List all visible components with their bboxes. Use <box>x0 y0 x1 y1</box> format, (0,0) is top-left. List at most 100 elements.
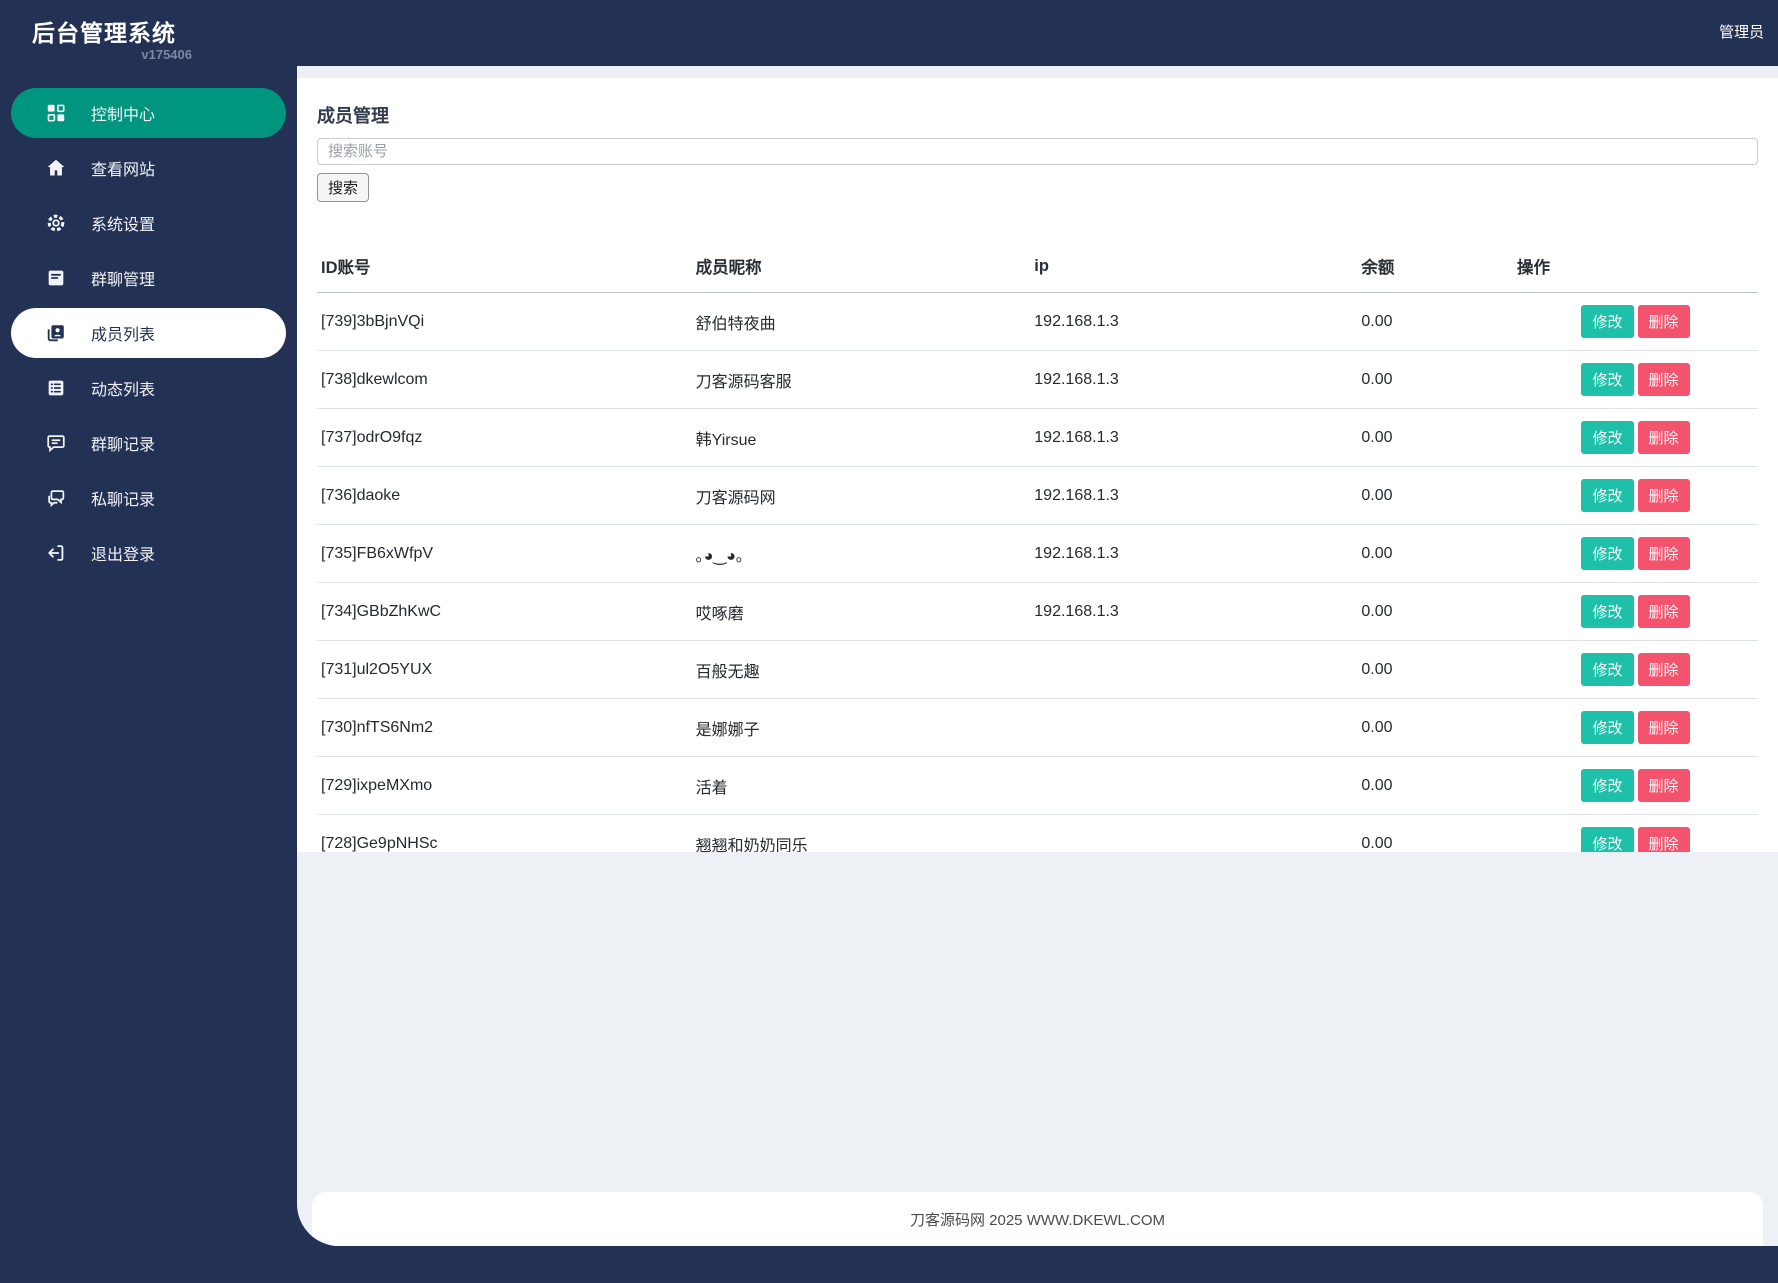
edit-button[interactable]: 修改 <box>1581 595 1634 628</box>
logout-icon <box>45 542 67 564</box>
grid-icon <box>45 102 67 124</box>
sidebar-item-系统设置[interactable]: 系统设置 <box>11 198 286 248</box>
sidebar-item-label: 成员列表 <box>91 327 156 344</box>
sidebar-item-群聊记录[interactable]: 群聊记录 <box>11 418 286 468</box>
table-row: [736]daoke 刀客源码网 192.168.1.3 0.00 修改 删除 <box>317 466 1758 525</box>
search-button[interactable]: 搜索 <box>317 173 370 202</box>
edit-button[interactable]: 修改 <box>1581 537 1634 570</box>
delete-button[interactable]: 删除 <box>1637 421 1690 454</box>
member-management-card: 成员管理 搜索 ID账号 成员昵称 ip 余额 操作 [739]3bBjnVQi… <box>297 78 1778 852</box>
member-id-cell: [728]Ge9pNHSc <box>317 814 692 852</box>
edit-button[interactable]: 修改 <box>1581 363 1634 396</box>
members-table: ID账号 成员昵称 ip 余额 操作 [739]3bBjnVQi 舒伯特夜曲 192… <box>317 240 1758 852</box>
edit-button[interactable]: 修改 <box>1581 827 1634 852</box>
column-header-actions: 操作 <box>1513 240 1758 293</box>
sidebar-item-私聊记录[interactable]: 私聊记录 <box>11 473 286 523</box>
sidebar-item-label: 私聊记录 <box>91 492 156 509</box>
member-id-cell: [734]GBbZhKwC <box>317 582 692 641</box>
delete-button[interactable]: 删除 <box>1637 537 1690 570</box>
member-actions-cell: 修改 删除 <box>1513 524 1758 583</box>
edit-button[interactable]: 修改 <box>1581 479 1634 512</box>
member-nickname-cell: 哎啄磨 <box>691 582 1031 641</box>
sidebar-item-查看网站[interactable]: 查看网站 <box>11 143 286 193</box>
column-header-balance: 余额 <box>1357 240 1513 293</box>
table-row: [737]odrO9fqz 韩Yirsue 192.168.1.3 0.00 修改 删除 <box>317 408 1758 467</box>
delete-button[interactable]: 删除 <box>1637 595 1690 628</box>
member-actions-cell: 修改 删除 <box>1513 292 1758 351</box>
delete-button[interactable]: 删除 <box>1637 769 1690 802</box>
member-ip-cell: 192.168.1.3 <box>1030 292 1358 351</box>
top-header: 后台管理系统 v175406 管理员 <box>0 0 1778 66</box>
sidebar-item-label: 群聊记录 <box>91 437 156 454</box>
delete-button[interactable]: 删除 <box>1637 711 1690 744</box>
member-id-cell: [731]ul2O5YUX <box>317 640 692 699</box>
member-balance-cell: 0.00 <box>1357 698 1513 757</box>
column-header-nickname: 成员昵称 <box>691 240 1031 293</box>
sidebar-item-label: 查看网站 <box>91 162 156 179</box>
sidebar-item-群聊管理[interactable]: 群聊管理 <box>11 253 286 303</box>
member-nickname-cell: 刀客源码客服 <box>691 350 1031 409</box>
main-content-area: 成员管理 搜索 ID账号 成员昵称 ip 余额 操作 [739]3bBjnVQi… <box>297 66 1778 1246</box>
footer-card: 刀客源码网 2025 WWW.DKEWL.COM <box>312 1192 1763 1246</box>
app-title: 后台管理系统 <box>32 20 176 46</box>
member-actions-cell: 修改 删除 <box>1513 756 1758 815</box>
member-actions-cell: 修改 删除 <box>1513 814 1758 852</box>
table-row: [729]ixpeMXmo 活着 0.00 修改 删除 <box>317 756 1758 815</box>
home-icon <box>45 157 67 179</box>
chat-bubbles-icon <box>45 487 67 509</box>
delete-button[interactable]: 删除 <box>1637 479 1690 512</box>
member-ip-cell <box>1030 698 1358 757</box>
table-row: [738]dkewlcom 刀客源码客服 192.168.1.3 0.00 修改 删除 <box>317 350 1758 409</box>
edit-button[interactable]: 修改 <box>1581 769 1634 802</box>
member-balance-cell: 0.00 <box>1357 524 1513 583</box>
member-ip-cell <box>1030 756 1358 815</box>
search-input[interactable] <box>317 138 1758 165</box>
sidebar-item-控制中心[interactable]: 控制中心 <box>11 88 286 138</box>
member-actions-cell: 修改 删除 <box>1513 350 1758 409</box>
sidebar-item-label: 退出登录 <box>91 547 156 564</box>
delete-button[interactable]: 删除 <box>1637 653 1690 686</box>
edit-button[interactable]: 修改 <box>1581 421 1634 454</box>
gear-icon <box>45 212 67 234</box>
app-logo: 后台管理系统 v175406 <box>32 14 192 62</box>
member-id-cell: [730]nfTS6Nm2 <box>317 698 692 757</box>
edit-button[interactable]: 修改 <box>1581 305 1634 338</box>
member-balance-cell: 0.00 <box>1357 814 1513 852</box>
member-nickname-cell: 活着 <box>691 756 1031 815</box>
table-header-row: ID账号 成员昵称 ip 余额 操作 <box>317 240 1758 293</box>
member-nickname-cell: 韩Yirsue <box>691 408 1031 467</box>
app-version: v175406 <box>141 47 192 62</box>
member-actions-cell: 修改 删除 <box>1513 466 1758 525</box>
sidebar-item-成员列表[interactable]: 成员列表 <box>11 308 286 358</box>
member-nickname-cell: 是娜娜子 <box>691 698 1031 757</box>
member-balance-cell: 0.00 <box>1357 408 1513 467</box>
delete-button[interactable]: 删除 <box>1637 363 1690 396</box>
member-ip-cell <box>1030 640 1358 699</box>
sidebar-item-退出登录[interactable]: 退出登录 <box>11 528 286 578</box>
sidebar-item-动态列表[interactable]: 动态列表 <box>11 363 286 413</box>
member-ip-cell: 192.168.1.3 <box>1030 582 1358 641</box>
member-id-cell: [736]daoke <box>317 466 692 525</box>
sidebar-nav: 控制中心查看网站系统设置群聊管理成员列表动态列表群聊记录私聊记录退出登录 <box>0 66 297 1283</box>
member-nickname-cell: 舒伯特夜曲 <box>691 292 1031 351</box>
page-title: 成员管理 <box>317 106 389 126</box>
sidebar-item-label: 控制中心 <box>91 107 156 124</box>
member-id-cell: [729]ixpeMXmo <box>317 756 692 815</box>
edit-button[interactable]: 修改 <box>1581 711 1634 744</box>
admin-user-menu[interactable]: 管理员 <box>1719 21 1764 42</box>
member-ip-cell: 192.168.1.3 <box>1030 466 1358 525</box>
delete-button[interactable]: 删除 <box>1637 827 1690 852</box>
member-ip-cell: 192.168.1.3 <box>1030 350 1358 409</box>
member-ip-cell: 192.168.1.3 <box>1030 408 1358 467</box>
table-row: [735]FB6xWfpV ｡◕‿◕｡ 192.168.1.3 0.00 修改 删除 <box>317 524 1758 583</box>
sidebar-item-label: 系统设置 <box>91 217 156 234</box>
member-nickname-cell: ｡◕‿◕｡ <box>691 524 1031 583</box>
member-id-cell: [739]3bBjnVQi <box>317 292 692 351</box>
member-id-cell: [737]odrO9fqz <box>317 408 692 467</box>
chat-lines-icon <box>45 432 67 454</box>
delete-button[interactable]: 删除 <box>1637 305 1690 338</box>
member-id-cell: [738]dkewlcom <box>317 350 692 409</box>
sidebar-item-label: 群聊管理 <box>91 272 156 289</box>
member-balance-cell: 0.00 <box>1357 756 1513 815</box>
edit-button[interactable]: 修改 <box>1581 653 1634 686</box>
